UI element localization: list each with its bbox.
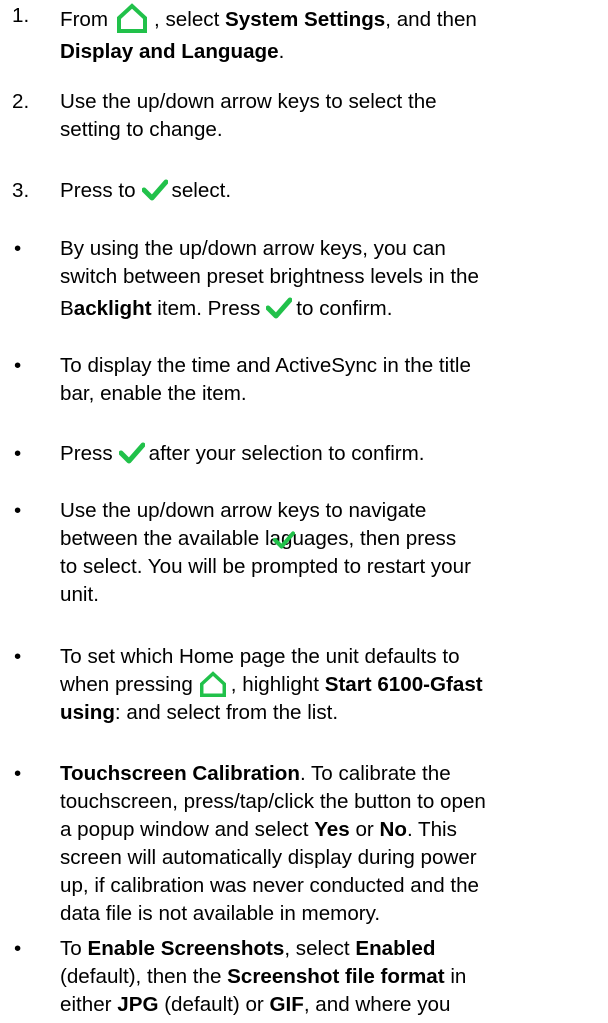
bullet-text: By using the up/down arrow keys, you can… bbox=[60, 237, 479, 320]
step-text: From, select System Settings, and then D… bbox=[60, 2, 605, 66]
step-text: Press to select. bbox=[60, 179, 232, 202]
bullet-text: To set which Home page the unit defaults… bbox=[60, 645, 483, 724]
bullet-text: Touchscreen Calibration. To calibrate th… bbox=[60, 762, 486, 925]
step-text: Use the up/down arrow keys to select the… bbox=[60, 90, 437, 141]
bullet-marker: • bbox=[14, 645, 22, 668]
checkmark-icon bbox=[141, 179, 168, 201]
checkmark-icon bbox=[118, 442, 145, 464]
bullet-marker: • bbox=[14, 442, 22, 465]
bullet-text: Press after your selection to confirm. bbox=[60, 442, 425, 465]
bullet-text: To Enable Screenshots, select Enabled (d… bbox=[60, 937, 467, 1016]
instructions-document: 1. From, select System Settings, and the… bbox=[0, 0, 608, 1023]
bullet-text: Use the up/down arrow keys to navigate b… bbox=[60, 499, 471, 606]
bullet-marker: • bbox=[14, 499, 22, 522]
bullet-marker: • bbox=[14, 937, 22, 960]
checkmark-icon bbox=[266, 297, 293, 319]
step-number: 3. bbox=[12, 179, 30, 202]
step-number: 1. bbox=[12, 4, 30, 27]
bullet-text: To display the time and ActiveSync in th… bbox=[60, 354, 471, 405]
checkmark-icon bbox=[272, 530, 295, 549]
home-icon bbox=[116, 2, 148, 33]
bullet-marker: • bbox=[14, 762, 22, 785]
bullet-marker: • bbox=[14, 354, 22, 377]
step-number: 2. bbox=[12, 90, 30, 113]
home-icon bbox=[199, 670, 227, 697]
bullet-marker: • bbox=[14, 237, 22, 260]
